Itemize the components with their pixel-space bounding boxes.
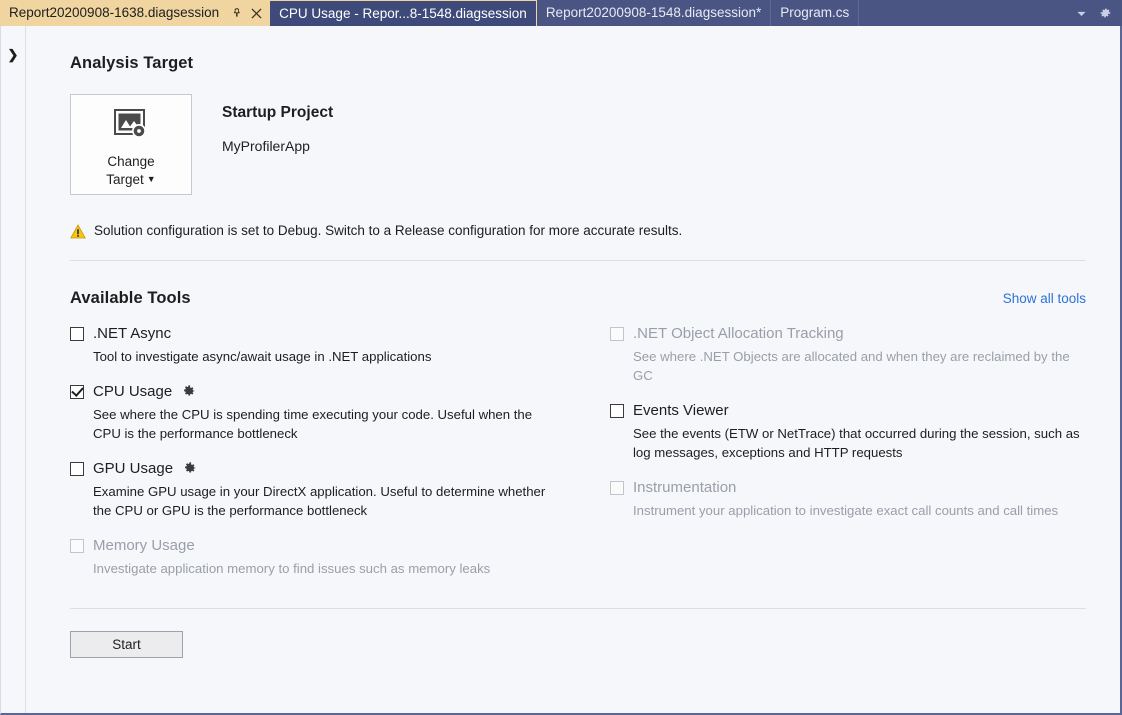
pin-icon[interactable] xyxy=(227,3,245,23)
tab-label: Report20200908-1548.diagsession* xyxy=(546,0,761,26)
checkbox-instrumentation xyxy=(610,481,624,495)
configuration-warning-text: Solution configuration is set to Debug. … xyxy=(94,223,682,238)
tool-header: .NET Async xyxy=(70,325,578,342)
configuration-warning: Solution configuration is set to Debug. … xyxy=(70,223,1086,241)
tool-header: Memory Usage xyxy=(70,537,578,554)
tab-label: Program.cs xyxy=(780,0,849,26)
picture-settings-icon xyxy=(114,109,148,144)
tool-header: .NET Object Allocation Tracking xyxy=(610,325,1086,342)
tools-grid: .NET Async Tool to investigate async/awa… xyxy=(70,325,1086,595)
tool-description: See the events (ETW or NetTrace) that oc… xyxy=(633,424,1086,462)
tool-memory-usage: Memory Usage Investigate application mem… xyxy=(70,537,578,578)
tools-column-right: .NET Object Allocation Tracking See wher… xyxy=(578,325,1086,595)
tool-label: Instrumentation xyxy=(633,479,736,496)
caret-down-icon: ▼ xyxy=(147,174,156,184)
tool-label[interactable]: GPU Usage xyxy=(93,460,173,477)
tool-description: Tool to investigate async/await usage in… xyxy=(93,347,553,366)
tools-column-left: .NET Async Tool to investigate async/awa… xyxy=(70,325,578,595)
show-all-tools-link[interactable]: Show all tools xyxy=(1003,291,1086,306)
tab-label: CPU Usage - Repor...8-1548.diagsession xyxy=(279,1,527,27)
checkbox-cpu-usage[interactable] xyxy=(70,385,84,399)
checkbox-net-object-allocation-tracking xyxy=(610,327,624,341)
tool-events-viewer: Events Viewer See the events (ETW or Net… xyxy=(610,402,1086,462)
footer: Start xyxy=(70,609,1086,658)
checkbox-memory-usage xyxy=(70,539,84,553)
change-target-line1: Change xyxy=(107,154,154,169)
analysis-target-row: Change Target▼ Startup Project MyProfile… xyxy=(70,94,1086,195)
available-tools-heading: Available Tools xyxy=(70,289,191,308)
chevron-right-icon[interactable]: ❯ xyxy=(1,48,25,61)
startup-project-value: MyProfilerApp xyxy=(222,138,333,154)
target-info: Startup Project MyProfilerApp xyxy=(222,94,333,154)
tool-label[interactable]: Events Viewer xyxy=(633,402,729,419)
left-rail: ❯ xyxy=(1,26,26,713)
change-target-label: Change Target▼ xyxy=(106,153,155,190)
checkbox-gpu-usage[interactable] xyxy=(70,462,84,476)
tool-net-object-allocation-tracking: .NET Object Allocation Tracking See wher… xyxy=(610,325,1086,385)
gear-icon[interactable] xyxy=(181,384,196,399)
analysis-target-heading: Analysis Target xyxy=(70,54,1086,73)
tool-header: CPU Usage xyxy=(70,383,578,400)
tab-strip: Report20200908-1638.diagsession CPU Usag… xyxy=(0,0,1122,26)
warning-triangle-icon xyxy=(70,224,86,242)
tool-description: Investigate application memory to find i… xyxy=(93,559,553,578)
tab-actions xyxy=(227,3,265,23)
tool-gpu-usage: GPU Usage Examine GPU usage in your Dire… xyxy=(70,460,578,520)
startup-project-heading: Startup Project xyxy=(222,104,333,122)
tool-description: Examine GPU usage in your DirectX applic… xyxy=(93,482,553,520)
tool-header: Instrumentation xyxy=(610,479,1086,496)
available-tools-header: Available Tools Show all tools xyxy=(70,261,1086,308)
tab-program-cs[interactable]: Program.cs xyxy=(771,0,859,26)
tab-strip-controls xyxy=(1070,0,1122,26)
tool-description: See where .NET Objects are allocated and… xyxy=(633,347,1086,385)
chevron-down-icon[interactable] xyxy=(1070,0,1092,26)
tool-label[interactable]: CPU Usage xyxy=(93,383,172,400)
start-button[interactable]: Start xyxy=(70,631,183,658)
tool-instrumentation: Instrumentation Instrument your applicat… xyxy=(610,479,1086,520)
tool-cpu-usage: CPU Usage See where the CPU is spending … xyxy=(70,383,578,443)
tool-label: Memory Usage xyxy=(93,537,195,554)
tab-label: Report20200908-1638.diagsession xyxy=(9,0,219,26)
tool-header: Events Viewer xyxy=(610,402,1086,419)
tool-header: GPU Usage xyxy=(70,460,578,477)
tool-net-async: .NET Async Tool to investigate async/awa… xyxy=(70,325,578,366)
close-icon[interactable] xyxy=(247,3,265,23)
gear-icon[interactable] xyxy=(182,461,197,476)
tool-label: .NET Object Allocation Tracking xyxy=(633,325,844,342)
change-target-button[interactable]: Change Target▼ xyxy=(70,94,192,195)
tool-description: Instrument your application to investiga… xyxy=(633,501,1086,520)
checkbox-events-viewer[interactable] xyxy=(610,404,624,418)
change-target-line2: Target xyxy=(106,172,144,187)
checkbox-net-async[interactable] xyxy=(70,327,84,341)
tool-description: See where the CPU is spending time execu… xyxy=(93,405,553,443)
tab-report-1548[interactable]: Report20200908-1548.diagsession* xyxy=(537,0,771,26)
gear-icon[interactable] xyxy=(1094,0,1116,26)
tool-label[interactable]: .NET Async xyxy=(93,325,171,342)
tool-window: ❯ Analysis Target xyxy=(0,26,1122,715)
tab-cpu-usage-report[interactable]: CPU Usage - Repor...8-1548.diagsession xyxy=(269,0,537,26)
tab-report-1638[interactable]: Report20200908-1638.diagsession xyxy=(0,0,269,26)
diagnostics-hub-content: Analysis Target xyxy=(26,26,1120,713)
